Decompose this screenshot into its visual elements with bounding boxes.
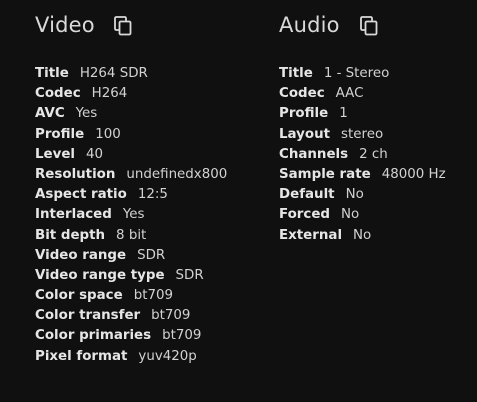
property-value: AAC: [335, 86, 364, 102]
property-value: 12:5: [137, 187, 168, 203]
property-row: Pixel format yuv420p: [35, 347, 275, 367]
property-key: Channels: [279, 146, 349, 162]
property-row: AVC Yes: [35, 104, 275, 124]
property-value: 1 - Stereo: [323, 66, 390, 81]
property-row: Interlaced Yes: [35, 205, 275, 225]
copy-icon[interactable]: [360, 16, 378, 36]
property-row: Default No: [279, 185, 477, 205]
property-key: Forced: [279, 207, 331, 223]
property-value: Yes: [122, 207, 145, 223]
property-row: Resolution undefinedx800: [35, 165, 275, 185]
property-key: Codec: [279, 86, 325, 102]
audio-title: Audio: [279, 13, 340, 37]
video-header: Video: [35, 11, 132, 39]
property-value: SDR: [137, 247, 166, 263]
property-row: External No: [279, 226, 477, 246]
property-key: Codec: [35, 86, 81, 102]
property-row: Color space bt709: [35, 286, 275, 306]
property-row: Video range type SDR: [35, 266, 275, 286]
property-value: No: [353, 227, 372, 243]
property-key: Aspect ratio: [35, 187, 127, 203]
video-properties-list: Title H264 SDR Codec H264 AVC Yes Profile 100 Le…: [35, 64, 275, 367]
property-key: Video range: [35, 247, 127, 263]
property-key: Color space: [35, 288, 123, 304]
property-key: Profile: [279, 106, 329, 122]
video-title: Video: [35, 13, 95, 37]
property-value: yuv420p: [138, 348, 197, 364]
property-key: Level: [35, 146, 76, 162]
property-row: Sample rate 48000 Hz: [279, 165, 477, 185]
property-row: Layout stereo: [279, 125, 477, 145]
property-key: Interlaced: [35, 207, 112, 223]
property-value: 100: [95, 126, 121, 142]
property-value: SDR: [175, 267, 204, 283]
property-value: bt709: [151, 308, 191, 324]
audio-properties-list: Title 1 - Stereo Codec AAC Profile 1 Layout ste…: [279, 64, 477, 246]
property-key: Title: [279, 66, 313, 81]
property-key: Bit depth: [35, 227, 106, 243]
property-row: Video range SDR: [35, 246, 275, 266]
property-row: Level 40: [35, 145, 275, 165]
property-value: H264: [91, 86, 128, 102]
property-row: Codec AAC: [279, 84, 477, 104]
property-key: External: [279, 227, 343, 243]
property-key: Title: [35, 66, 69, 81]
property-row: Color transfer bt709: [35, 306, 275, 326]
property-value: 40: [86, 146, 104, 162]
property-row: Title 1 - Stereo: [279, 64, 477, 84]
property-value: stereo: [341, 126, 384, 142]
property-key: Default: [279, 187, 335, 203]
property-key: Resolution: [35, 166, 116, 182]
property-row: Profile 100: [35, 125, 275, 145]
property-row: Forced No: [279, 205, 477, 225]
property-key: Profile: [35, 126, 85, 142]
property-row: Aspect ratio 12:5: [35, 185, 275, 205]
property-value: 2 ch: [359, 146, 388, 162]
property-value: bt709: [133, 288, 174, 304]
property-row: Color primaries bt709: [35, 326, 275, 346]
property-value: 8 bit: [116, 227, 147, 243]
property-value: No: [341, 207, 360, 223]
property-row: Title H264 SDR: [35, 64, 275, 84]
property-value: Yes: [75, 106, 98, 122]
property-value: undefinedx800: [126, 166, 228, 182]
property-key: Color primaries: [35, 328, 152, 344]
property-value: 1: [339, 106, 348, 122]
property-row: Bit depth 8 bit: [35, 226, 275, 246]
property-row: Codec H264: [35, 84, 275, 104]
property-value: H264 SDR: [79, 66, 148, 81]
property-key: AVC: [35, 106, 65, 122]
property-key: Video range type: [35, 267, 165, 283]
property-key: Layout: [279, 126, 331, 142]
copy-icon[interactable]: [114, 16, 132, 36]
property-key: Pixel format: [35, 348, 128, 364]
property-key: Sample rate: [279, 166, 371, 182]
property-value: No: [345, 187, 364, 203]
property-value: 48000 Hz: [381, 166, 446, 182]
audio-header: Audio: [279, 11, 378, 39]
property-value: bt709: [162, 328, 202, 344]
property-key: Color transfer: [35, 308, 141, 324]
property-row: Profile 1: [279, 104, 477, 124]
property-row: Channels 2 ch: [279, 145, 477, 165]
